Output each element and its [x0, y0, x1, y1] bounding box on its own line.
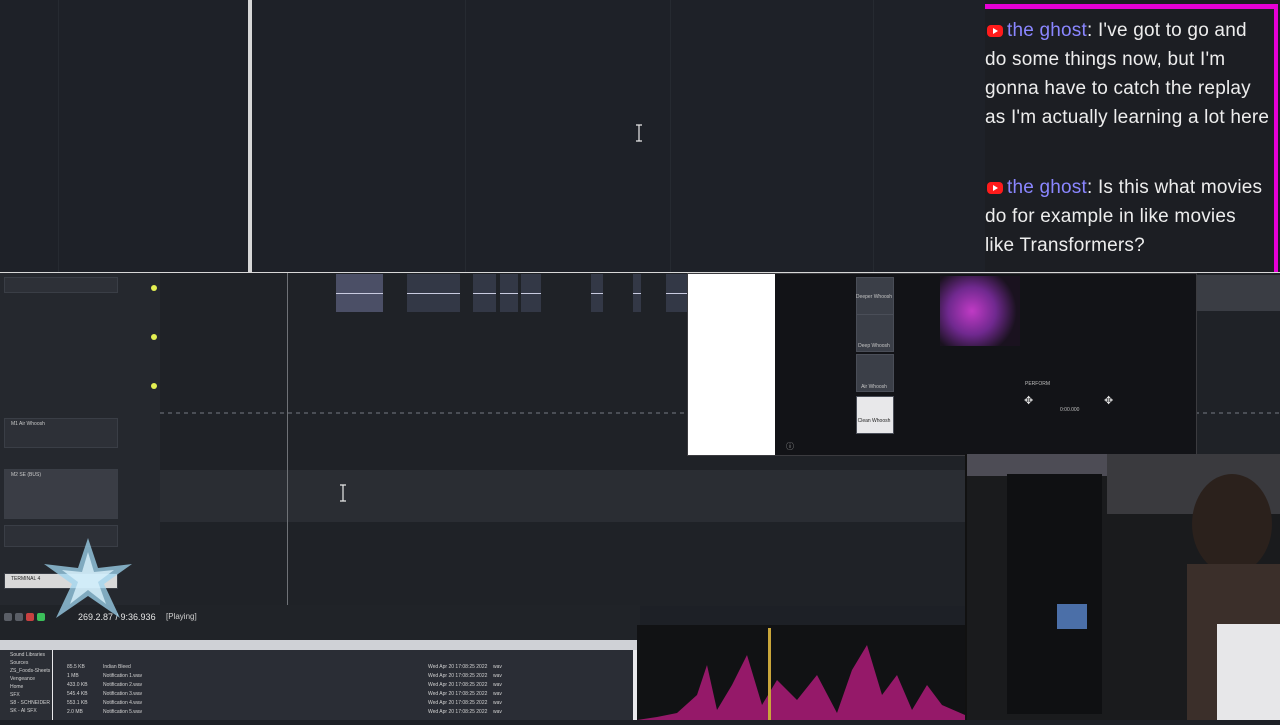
youtube-icon	[987, 25, 1003, 37]
audio-clip[interactable]	[666, 274, 687, 312]
audio-clip[interactable]	[407, 274, 460, 312]
audio-clip[interactable]	[633, 274, 641, 312]
file-row[interactable]: 433.0 KB Notification 2.wav Wed Apr 20 17:…	[53, 682, 633, 690]
preset-label: Deeper Whoosh	[855, 294, 893, 300]
audio-clip[interactable]	[521, 274, 541, 312]
edit-cursor-line	[287, 273, 288, 605]
plugin-time: 0:00.000	[1060, 407, 1080, 413]
audio-clip[interactable]	[473, 274, 496, 312]
text-cursor-icon	[340, 484, 346, 502]
chat-author: the ghost	[1007, 177, 1087, 198]
youtube-icon	[987, 182, 1003, 194]
lane-divider	[160, 412, 688, 414]
waveform	[591, 293, 603, 294]
sidebar-item[interactable]: SK - AI SFX	[10, 708, 37, 714]
preset-label: Clean Whoosh	[857, 418, 891, 424]
chat-message: the ghost: Is this what movies do for ex…	[985, 173, 1270, 260]
waveform	[407, 293, 460, 294]
audio-clip[interactable]	[1195, 275, 1280, 311]
editor-area[interactable]	[0, 0, 985, 272]
file-row[interactable]: 2.0 MB Notification 5.wav Wed Apr 20 17:08…	[53, 709, 633, 717]
file-list: 85.5 KB Indian Bleed Wed Apr 20 17:08:25 2…	[53, 650, 633, 720]
play-state: [Playing]	[166, 612, 197, 621]
track-name: TERMINAL 4	[11, 576, 41, 582]
waveform	[473, 293, 496, 294]
lane-divider	[1195, 412, 1280, 414]
record-button[interactable]	[26, 613, 34, 621]
browser-sidebar: Sound Libraries Sources ZS_Foods-Sheets …	[0, 650, 52, 720]
rewind-button[interactable]	[4, 613, 12, 621]
preset-label: Deep Whoosh	[858, 343, 890, 349]
preset-tile-selected[interactable]	[856, 396, 894, 434]
waveform	[633, 293, 641, 294]
audio-clip[interactable]	[336, 274, 383, 312]
grid-line	[873, 0, 874, 272]
media-browser: Sound Libraries Sources ZS_Foods-Sheets …	[0, 640, 637, 720]
sidebar-item[interactable]: Vengeance	[10, 676, 35, 682]
playhead[interactable]	[248, 0, 252, 272]
chat-separator: :	[1086, 177, 1093, 198]
chat-separator: :	[1086, 20, 1093, 41]
perform-label: PERFORM	[1025, 381, 1050, 387]
spectrum-graph	[637, 645, 965, 720]
track-header[interactable]: M1 Air Whoosh	[4, 418, 118, 448]
file-row[interactable]: 1 MB Notification 1.wav Wed Apr 20 17:08:2…	[53, 673, 633, 681]
audio-clip[interactable]	[500, 274, 518, 312]
grid-line	[670, 0, 671, 272]
spectrum-marker	[768, 628, 771, 720]
sidebar-item[interactable]: S8 - SCHNEIDER	[10, 700, 50, 706]
sidebar-item[interactable]: Home	[10, 684, 23, 690]
grid-line	[465, 0, 466, 272]
info-icon[interactable]: ⓘ	[786, 441, 794, 452]
move-icon[interactable]: ✥	[1104, 394, 1113, 407]
track-name: M1 Air Whoosh	[11, 421, 45, 427]
webcam-image	[967, 454, 1280, 720]
sidebar-item[interactable]: ZS_Foods-Sheets	[10, 668, 50, 674]
sidebar-item[interactable]: SFX	[10, 692, 20, 698]
sidebar-item[interactable]: Sound Libraries	[10, 652, 45, 658]
automation-point[interactable]	[151, 334, 157, 340]
stop-button[interactable]	[15, 613, 23, 621]
file-row[interactable]: 545.4 KB Notification 3.wav Wed Apr 20 17:…	[53, 691, 633, 699]
webcam-feed	[965, 454, 1280, 720]
spectrum-analyzer	[637, 625, 965, 720]
waveform	[336, 293, 383, 294]
grid-line	[58, 0, 59, 272]
selected-lane[interactable]	[160, 470, 965, 522]
track-header[interactable]	[4, 277, 118, 293]
automation-point[interactable]	[151, 285, 157, 291]
waveform	[666, 293, 687, 294]
preset-label: Air Whoosh	[861, 384, 887, 390]
sidebar-item[interactable]: Sources	[10, 660, 28, 666]
waveform	[521, 293, 541, 294]
waveform	[500, 293, 518, 294]
chat-accent-side	[1274, 4, 1278, 272]
text-cursor-icon	[636, 124, 642, 142]
browser-toolbar	[0, 640, 637, 650]
visualizer	[940, 276, 1020, 346]
star-logo-icon	[44, 538, 132, 618]
track-name: M2 SE (BUS)	[11, 472, 42, 478]
track-header[interactable]: M2 SE (BUS)	[4, 469, 118, 519]
audio-clip[interactable]	[591, 274, 603, 312]
chat-author: the ghost	[1007, 20, 1087, 41]
chat-accent-bar	[985, 4, 1275, 9]
plugin-sidebar	[688, 274, 775, 455]
move-icon[interactable]: ✥	[1024, 394, 1033, 407]
file-row[interactable]: 553.1 KB Notification 4.wav Wed Apr 20 17:…	[53, 700, 633, 708]
chat-panel: the ghost: I've got to go and do some th…	[985, 0, 1280, 272]
chat-message: the ghost: I've got to go and do some th…	[985, 16, 1270, 132]
file-row[interactable]: 85.5 KB Indian Bleed Wed Apr 20 17:08:25 2…	[53, 664, 633, 672]
automation-point[interactable]	[151, 383, 157, 389]
